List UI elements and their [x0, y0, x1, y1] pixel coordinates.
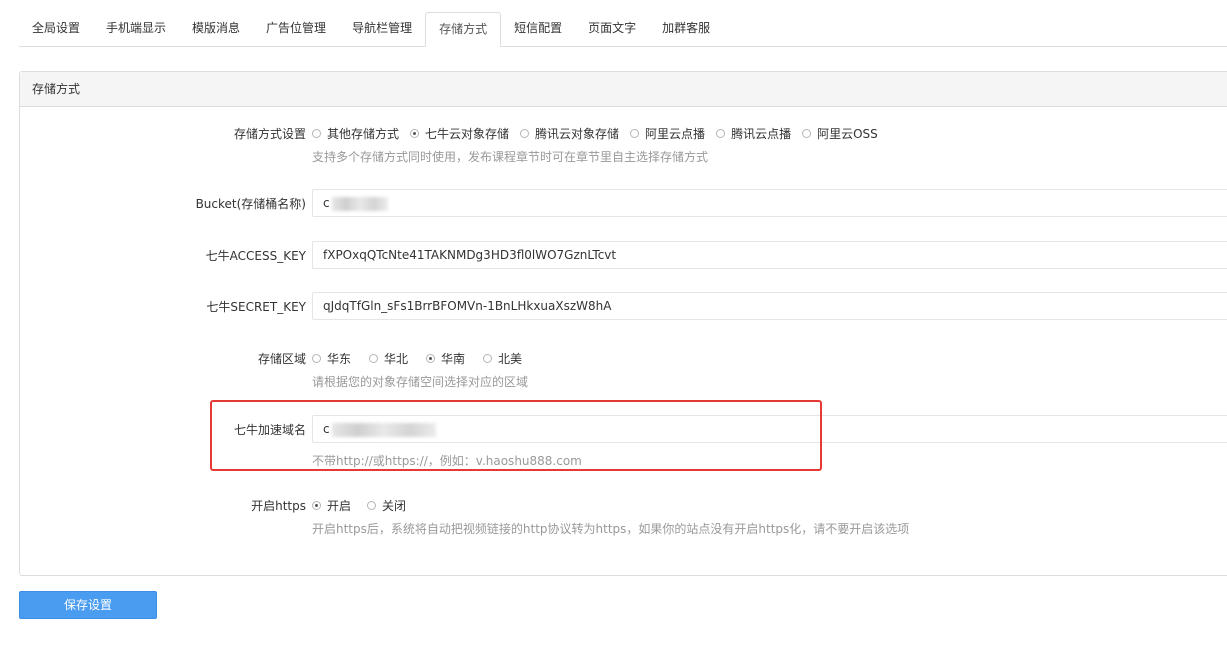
region-label: 存储区域 [257, 352, 306, 366]
tab-global-settings[interactable]: 全局设置 [19, 12, 93, 46]
storage-option-qiniu[interactable]: 七牛云对象存储 [410, 125, 509, 142]
storage-option-tencent-cos[interactable]: 腾讯云对象存储 [520, 125, 619, 142]
https-field: 开启 关闭 开启https后，系统将自动把视频链接的http协议转为https，… [312, 496, 1227, 537]
radio-icon [630, 128, 640, 138]
region-option-north-america[interactable]: 北美 [483, 350, 522, 367]
bucket-label: Bucket(存储桶名称) [195, 197, 306, 211]
storage-option-tencent-vod[interactable]: 腾讯云点播 [716, 125, 791, 142]
https-option-on[interactable]: 开启 [312, 497, 351, 514]
panel-title: 存储方式 [20, 72, 1227, 107]
domain-field: c 不带http://或https://，例如：v.haoshu888.com [312, 415, 1227, 469]
storage-method-radios: 其他存储方式 七牛云对象存储 腾讯云对象存储 阿里云点播 腾讯云点播 阿里云OS… [312, 124, 1227, 142]
radio-icon [426, 353, 436, 363]
radio-icon [520, 128, 530, 138]
storage-method-help: 支持多个存储方式同时使用，发布课程章节时可在章节里自主选择存储方式 [312, 150, 709, 164]
access-key-label: 七牛ACCESS_KEY [205, 249, 306, 263]
storage-panel: 存储方式 存储方式设置 其他存储方式 七牛云对象存储 腾讯云对象存储 阿里云点播… [19, 71, 1227, 576]
storage-method-label: 存储方式设置 [233, 127, 306, 141]
tab-page-text[interactable]: 页面文字 [575, 12, 649, 46]
storage-option-aliyun-vod[interactable]: 阿里云点播 [630, 125, 705, 142]
settings-tabs: 全局设置 手机端显示 模版消息 广告位管理 导航栏管理 存储方式 短信配置 页面… [19, 12, 1227, 47]
https-label: 开启https [251, 499, 306, 513]
storage-option-aliyun-oss[interactable]: 阿里云OSS [802, 125, 878, 142]
https-radios: 开启 关闭 [312, 496, 1227, 514]
bucket-input[interactable]: c [312, 189, 1227, 217]
tab-storage[interactable]: 存储方式 [425, 12, 502, 47]
region-help: 请根据您的对象存储空间选择对应的区域 [312, 375, 529, 389]
redacted-text [331, 196, 388, 211]
tab-ad-management[interactable]: 广告位管理 [253, 12, 339, 46]
radio-icon [369, 353, 379, 363]
tab-sms-config[interactable]: 短信配置 [501, 12, 575, 46]
secret-key-field: qJdqTfGln_sFs1BrrBFOMVn-1BnLHkxuaXszW8hA [312, 292, 1227, 320]
secret-key-label: 七牛SECRET_KEY [206, 300, 306, 314]
domain-help: 不带http://或https://，例如：v.haoshu888.com [312, 454, 582, 468]
https-help: 开启https后，系统将自动把视频链接的http协议转为https，如果你的站点… [312, 522, 910, 536]
radio-icon [483, 353, 493, 363]
region-option-east[interactable]: 华东 [312, 350, 351, 367]
tab-navbar-management[interactable]: 导航栏管理 [339, 12, 425, 46]
radio-icon [367, 500, 377, 510]
bucket-field: c [312, 189, 1227, 217]
radio-icon [312, 500, 321, 510]
storage-option-other[interactable]: 其他存储方式 [312, 125, 399, 142]
region-radios: 华东 华北 华南 北美 [312, 349, 1227, 367]
radio-icon [716, 128, 726, 138]
access-key-field: fXPOxqQTcNte41TAKNMDg3HD3fl0lWO7GznLTcvt [312, 241, 1227, 269]
radio-icon [802, 128, 812, 138]
domain-label: 七牛加速域名 [233, 423, 306, 437]
save-button[interactable]: 保存设置 [19, 591, 157, 619]
radio-icon [312, 353, 321, 363]
secret-key-input[interactable]: qJdqTfGln_sFs1BrrBFOMVn-1BnLHkxuaXszW8hA [312, 292, 1227, 320]
domain-input[interactable]: c [312, 415, 1227, 443]
access-key-input[interactable]: fXPOxqQTcNte41TAKNMDg3HD3fl0lWO7GznLTcvt [312, 241, 1227, 269]
tab-template-messages[interactable]: 模版消息 [179, 12, 253, 46]
region-option-north[interactable]: 华北 [369, 350, 408, 367]
radio-icon [410, 128, 420, 138]
storage-method-field: 其他存储方式 七牛云对象存储 腾讯云对象存储 阿里云点播 腾讯云点播 阿里云OS… [312, 124, 1227, 165]
radio-icon [312, 128, 321, 138]
tab-mobile-display[interactable]: 手机端显示 [93, 12, 179, 46]
tab-group-support[interactable]: 加群客服 [649, 12, 723, 46]
redacted-text [331, 422, 436, 437]
https-option-off[interactable]: 关闭 [367, 497, 406, 514]
region-field: 华东 华北 华南 北美 请根据您的对象存储空间选择对应的区域 [312, 349, 1227, 390]
region-option-south[interactable]: 华南 [426, 350, 465, 367]
